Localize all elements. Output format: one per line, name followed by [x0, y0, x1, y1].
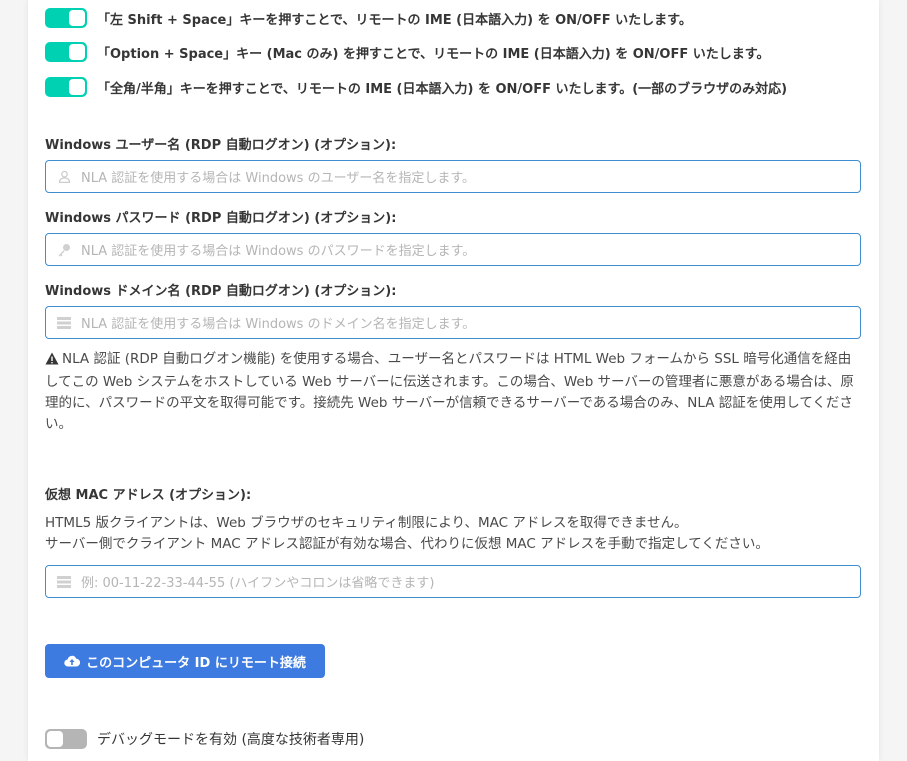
debug-toggle-row: デバッグモードを有効 (高度な技術者専用) [45, 728, 364, 750]
server-icon [57, 316, 71, 330]
toggle-knob [69, 79, 85, 95]
ime-zenkaku-label: 「全角/半角」キーを押すことで、リモートの IME (日本語入力) を ON/O… [97, 81, 788, 97]
ime-toggle-row-shift: 「左 Shift + Space」キーを押すことで、リモートの IME (日本語… [45, 7, 692, 29]
username-field[interactable]: NLA 認証を使用する場合は Windows のユーザー名を指定します。 [45, 160, 861, 193]
ime-toggle-row-zenkaku: 「全角/半角」キーを押すことで、リモートの IME (日本語入力) を ON/O… [45, 76, 787, 98]
mac-desc-line2: サーバー側でクライアント MAC アドレス認証が有効な場合、代わりに仮想 MAC… [45, 536, 769, 552]
username-placeholder: NLA 認証を使用する場合は Windows のユーザー名を指定します。 [81, 171, 476, 186]
nla-warning-text: NLA 認証 (RDP 自動ログオン機能) を使用する場合、ユーザー名とパスワー… [45, 349, 863, 435]
cloud-upload-icon [64, 654, 81, 668]
domain-label: Windows ドメイン名 (RDP 自動ログオン) (オプション): [45, 284, 397, 299]
ime-zenkaku-toggle[interactable] [45, 77, 87, 97]
ime-toggle-row-option: 「Option + Space」キー (Mac のみ) を押すことで、リモートの… [45, 41, 769, 63]
mac-address-placeholder: 例: 00-11-22-33-44-55 (ハイフンやコロンは省略できます) [81, 576, 435, 591]
debug-mode-label: デバッグモードを有効 (高度な技術者専用) [97, 732, 365, 748]
mac-desc-line1: HTML5 版クライアントは、Web ブラウザのセキュリティ制限により、MAC … [45, 515, 688, 531]
toggle-knob [69, 44, 85, 60]
ime-option-space-label: 「Option + Space」キー (Mac のみ) を押すことで、リモートの… [97, 46, 770, 62]
ime-shift-space-label: 「左 Shift + Space」キーを押すことで、リモートの IME (日本語… [97, 12, 692, 28]
toggle-knob [69, 10, 85, 26]
mac-address-field[interactable]: 例: 00-11-22-33-44-55 (ハイフンやコロンは省略できます) [45, 565, 861, 598]
toggle-knob [47, 731, 63, 747]
remote-connect-button[interactable]: このコンピュータ ID にリモート接続 [45, 644, 325, 678]
username-label: Windows ユーザー名 (RDP 自動ログオン) (オプション): [45, 138, 397, 153]
domain-placeholder: NLA 認証を使用する場合は Windows のドメイン名を指定します。 [81, 317, 476, 332]
ime-shift-space-toggle[interactable] [45, 8, 87, 28]
domain-field[interactable]: NLA 認証を使用する場合は Windows のドメイン名を指定します。 [45, 306, 861, 339]
ime-option-space-toggle[interactable] [45, 42, 87, 62]
password-placeholder: NLA 認証を使用する場合は Windows のパスワードを指定します。 [81, 244, 476, 259]
remote-connect-label: このコンピュータ ID にリモート接続 [86, 655, 306, 671]
password-label: Windows パスワード (RDP 自動ログオン) (オプション): [45, 211, 397, 226]
password-field[interactable]: NLA 認証を使用する場合は Windows のパスワードを指定します。 [45, 233, 861, 266]
debug-mode-toggle[interactable] [45, 729, 87, 749]
server-icon [57, 575, 71, 589]
warning-icon [45, 351, 59, 372]
warning-message: NLA 認証 (RDP 自動ログオン機能) を使用する場合、ユーザー名とパスワー… [45, 351, 854, 432]
key-icon [57, 243, 71, 257]
user-icon [57, 170, 71, 184]
mac-address-label: 仮想 MAC アドレス (オプション): [45, 488, 252, 503]
